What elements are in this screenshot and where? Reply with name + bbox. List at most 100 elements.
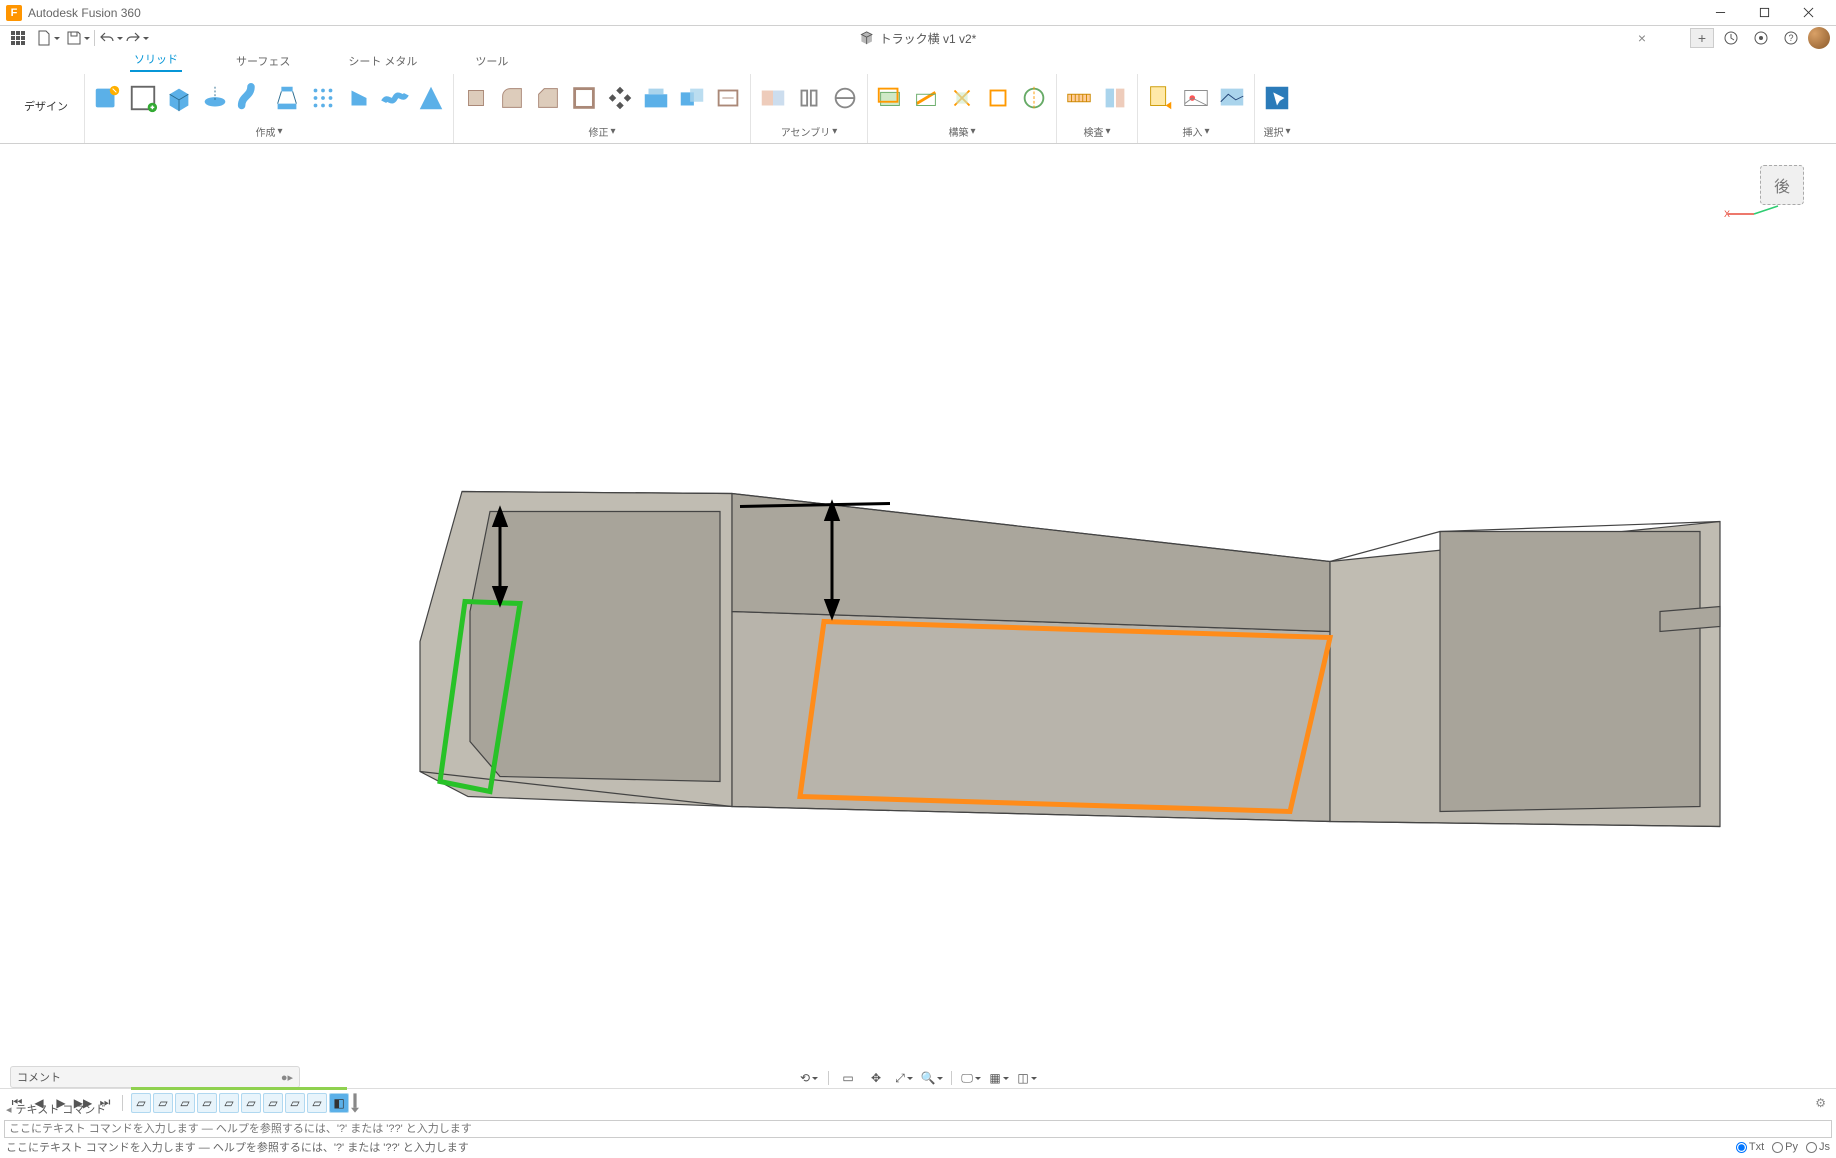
help-button[interactable]: ? xyxy=(1778,27,1804,49)
pan-icon[interactable]: ✥ xyxy=(865,1068,887,1088)
tangent-plane-icon[interactable] xyxy=(946,82,978,114)
axis-icon[interactable] xyxy=(1018,82,1050,114)
timeline-feature[interactable]: ▱ xyxy=(263,1093,283,1113)
lang-radio-txt[interactable]: Txt xyxy=(1736,1141,1764,1153)
web-icon[interactable] xyxy=(343,82,375,114)
select-icon[interactable] xyxy=(1261,82,1293,114)
timeline-feature[interactable]: ▱ xyxy=(131,1093,151,1113)
midplane-icon[interactable] xyxy=(982,82,1014,114)
ribbon-tab-surface[interactable]: サーフェス xyxy=(232,50,294,72)
save-button[interactable] xyxy=(66,28,90,48)
viewport-layout-icon[interactable]: ◫ xyxy=(1016,1068,1038,1088)
ribbon-panel-modify: 修正▾ xyxy=(454,74,751,143)
document-tab-title: トラック横 v1 v2* xyxy=(880,30,977,47)
ribbon-tab-row: ソリッド サーフェス シート メタル ツール xyxy=(0,50,1836,72)
zoom-icon[interactable]: ⤢ xyxy=(893,1068,915,1088)
combine-icon[interactable] xyxy=(676,82,708,114)
replace-face-icon[interactable] xyxy=(712,82,744,114)
ribbon-tab-tools[interactable]: ツール xyxy=(471,50,512,72)
plane-at-angle-icon[interactable] xyxy=(910,82,942,114)
fit-icon[interactable]: 🔍 xyxy=(921,1068,943,1088)
ribbon-panel-assemble: アセンブリ▾ xyxy=(751,74,868,143)
new-sketch-icon[interactable] xyxy=(91,82,123,114)
timeline-feature[interactable]: ▱ xyxy=(219,1093,239,1113)
ribbon-panel-construct: 構築▾ xyxy=(868,74,1057,143)
user-avatar[interactable] xyxy=(1808,27,1830,49)
text-command-label: テキスト コマンド xyxy=(16,1101,107,1117)
panel-label-inspect: 検査 xyxy=(1083,124,1103,139)
timeline-feature[interactable]: ▱ xyxy=(307,1093,327,1113)
ribbon-tab-solid[interactable]: ソリッド xyxy=(130,48,182,72)
viewport-canvas[interactable]: 後 X xyxy=(0,145,1836,1078)
display-settings-icon[interactable]: 🖵 xyxy=(960,1068,982,1088)
create-form-icon[interactable] xyxy=(127,82,159,114)
file-menu-button[interactable] xyxy=(32,28,64,48)
timeline-settings-icon[interactable]: ⚙ xyxy=(1815,1096,1826,1110)
scale-icon[interactable] xyxy=(640,82,672,114)
comments-panel-header[interactable]: コメント ●▸ xyxy=(10,1066,300,1088)
look-at-icon[interactable]: ▭ xyxy=(837,1068,859,1088)
timeline-feature[interactable]: ▱ xyxy=(175,1093,195,1113)
document-tab[interactable]: トラック横 v1 v2* xyxy=(860,30,977,47)
window-maximize-button[interactable] xyxy=(1742,0,1786,26)
joint-icon[interactable] xyxy=(793,82,825,114)
insert-canvas-icon[interactable] xyxy=(1216,82,1248,114)
new-tab-button[interactable]: + xyxy=(1690,28,1714,48)
panel-label-modify: 修正 xyxy=(588,124,608,139)
ribbon: デザイン 作成▾ 修正▾ xyxy=(0,72,1836,144)
press-pull-icon[interactable] xyxy=(460,82,492,114)
ribbon-panel-insert: 挿入▾ xyxy=(1138,74,1255,143)
extrude-icon[interactable] xyxy=(163,82,195,114)
ribbon-panel-inspect: 検査▾ xyxy=(1057,74,1138,143)
shell-icon[interactable] xyxy=(568,82,600,114)
redo-button[interactable] xyxy=(125,28,149,48)
window-minimize-button[interactable] xyxy=(1698,0,1742,26)
new-component-icon[interactable] xyxy=(757,82,789,114)
hole-icon[interactable] xyxy=(415,82,447,114)
text-command-input[interactable] xyxy=(4,1120,1832,1138)
insert-decal-icon[interactable] xyxy=(1180,82,1212,114)
fillet-icon[interactable] xyxy=(496,82,528,114)
timeline-feature[interactable]: ▱ xyxy=(241,1093,261,1113)
tab-close-button[interactable]: × xyxy=(1638,30,1646,46)
revolve-icon[interactable] xyxy=(199,82,231,114)
data-panel-button[interactable] xyxy=(6,28,30,48)
grid-settings-icon[interactable]: ▦ xyxy=(988,1068,1010,1088)
emboss-icon[interactable] xyxy=(379,82,411,114)
insert-derive-icon[interactable] xyxy=(1144,82,1176,114)
rib-icon[interactable] xyxy=(307,82,339,114)
timeline-playhead[interactable] xyxy=(351,1091,359,1115)
viewcube[interactable]: 後 X xyxy=(1752,157,1812,217)
window-close-button[interactable] xyxy=(1786,0,1830,26)
lang-radio-py[interactable]: Py xyxy=(1772,1141,1798,1153)
loft-icon[interactable] xyxy=(271,82,303,114)
offset-plane-icon[interactable] xyxy=(874,82,906,114)
ribbon-tab-sheetmetal[interactable]: シート メタル xyxy=(344,50,421,72)
job-status-button[interactable] xyxy=(1748,27,1774,49)
cube-icon xyxy=(860,31,874,45)
svg-text:X: X xyxy=(1724,209,1730,219)
lang-radio-js[interactable]: Js xyxy=(1806,1141,1830,1153)
sweep-icon[interactable] xyxy=(235,82,267,114)
timeline-feature[interactable]: ◧ xyxy=(329,1093,349,1113)
measure-icon[interactable] xyxy=(1063,82,1095,114)
extensions-button[interactable] xyxy=(1718,27,1744,49)
panel-label-construct: 構築 xyxy=(948,124,968,139)
workspace-switcher[interactable]: デザイン xyxy=(14,74,78,138)
panel-label-select: 選択 xyxy=(1263,124,1283,139)
draft-icon[interactable] xyxy=(604,82,636,114)
undo-button[interactable] xyxy=(99,28,123,48)
viewcube-face-back[interactable]: 後 xyxy=(1760,165,1804,205)
timeline-feature[interactable]: ▱ xyxy=(153,1093,173,1113)
chamfer-icon[interactable] xyxy=(532,82,564,114)
timeline: ⏮ ◀ ▶ ▶▶ ⏭ ▱ ▱ ▱ ▱ ▱ ▱ ▱ ▱ ▱ ◧ ⚙ xyxy=(0,1088,1836,1116)
timeline-feature[interactable]: ▱ xyxy=(285,1093,305,1113)
as-built-joint-icon[interactable] xyxy=(829,82,861,114)
section-analysis-icon[interactable] xyxy=(1099,82,1131,114)
timeline-track[interactable]: ▱ ▱ ▱ ▱ ▱ ▱ ▱ ▱ ▱ ◧ xyxy=(131,1091,359,1115)
axis-indicator: X xyxy=(1724,202,1784,229)
ribbon-panel-select: 選択▾ xyxy=(1255,74,1299,143)
orbit-icon[interactable]: ⟲ xyxy=(798,1068,820,1088)
text-command-header[interactable]: ◂テキスト コマンド xyxy=(6,1100,106,1118)
timeline-feature[interactable]: ▱ xyxy=(197,1093,217,1113)
